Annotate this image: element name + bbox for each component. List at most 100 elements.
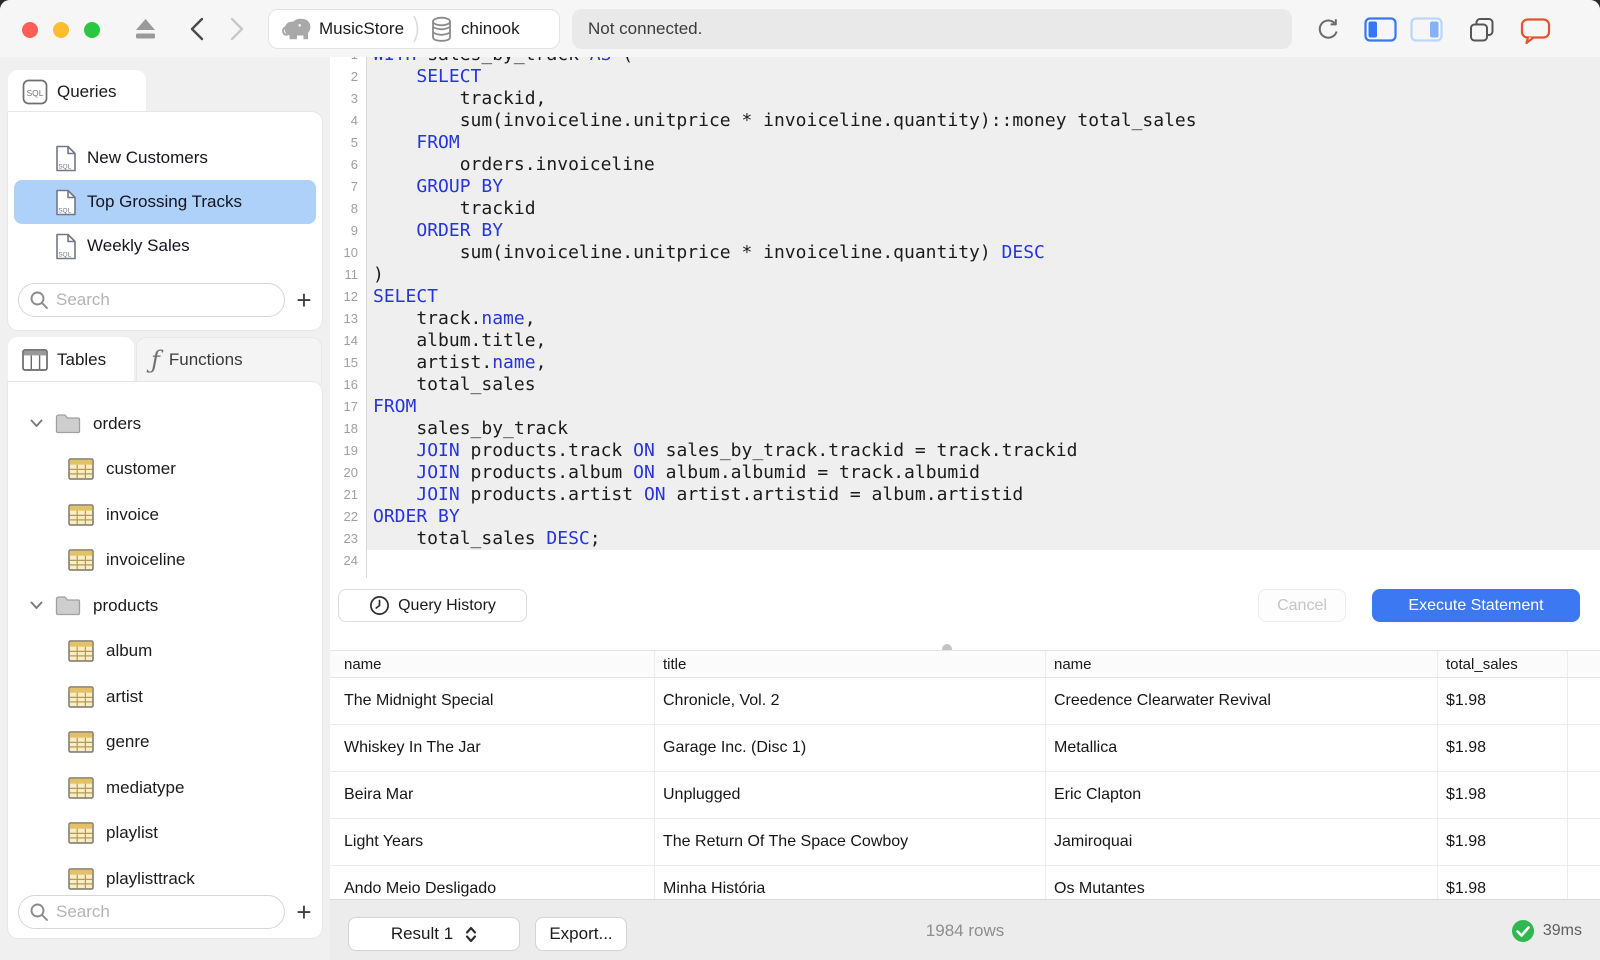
tree-item-label: genre [106, 732, 150, 752]
query-item[interactable]: SQL New Customers [14, 136, 316, 180]
tree-folder[interactable]: orders [8, 401, 322, 447]
tree-table[interactable]: album [8, 629, 322, 675]
tree-item-label: album [106, 641, 153, 661]
table-row[interactable]: Whiskey In The Jar Garage Inc. (Disc 1) Me… [330, 725, 1600, 772]
code-line: 24 [330, 550, 1600, 572]
row-count: 1984 rows [925, 920, 1005, 940]
sql-badge-icon: SQL [22, 79, 48, 104]
code-line: 20 JOIN products.album ON album.albumid … [330, 462, 1600, 484]
tree-folder[interactable]: products [8, 583, 322, 629]
code-line: 1WITH sales_by_track AS ( [330, 57, 1600, 66]
forward-icon[interactable] [228, 16, 246, 42]
code-line: 22 ORDER BY [330, 506, 1600, 528]
column-header[interactable]: name [330, 651, 655, 677]
zoom-window-button[interactable] [84, 22, 100, 38]
tab-tables[interactable]: Tables [8, 337, 134, 382]
database-icon [432, 16, 451, 42]
table-search-input[interactable] [56, 902, 256, 922]
chevron-down-icon [30, 601, 43, 610]
table-cell: Metallica [1046, 725, 1438, 772]
feedback-bubble-icon[interactable] [1520, 16, 1551, 44]
breadcrumb[interactable]: MusicStore chinook [268, 9, 560, 49]
tree-table[interactable]: playlist [8, 811, 322, 857]
svg-text:SQL: SQL [58, 251, 71, 258]
minimize-window-button[interactable] [53, 22, 69, 38]
query-search-field[interactable] [18, 283, 285, 317]
code-line: 14 album.title, [330, 330, 1600, 352]
windows-icon[interactable] [1468, 16, 1496, 44]
query-search-input[interactable] [56, 290, 256, 310]
tree-table[interactable]: mediatype [8, 765, 322, 811]
table-row[interactable]: Light Years The Return Of The Space Cowbo… [330, 819, 1600, 866]
line-number: 9 [330, 220, 367, 242]
tree-table[interactable]: artist [8, 674, 322, 720]
table-cell: Jamiroquai [1046, 819, 1438, 866]
connection-status-text: Not connected. [588, 19, 703, 38]
panel-right-icon[interactable] [1410, 16, 1443, 43]
table-icon [68, 777, 94, 799]
column-header[interactable]: name [1046, 651, 1438, 677]
line-number: 15 [330, 352, 367, 374]
table-columns-icon [22, 348, 48, 371]
sql-editor[interactable]: 1WITH sales_by_track AS (2 SELECT3 track… [330, 57, 1600, 578]
line-number: 16 [330, 374, 367, 396]
table-cell: Beira Mar [330, 772, 655, 819]
line-number: 17 [330, 396, 367, 418]
refresh-icon[interactable] [1315, 16, 1342, 43]
table-icon [68, 640, 94, 662]
code-line: 8 trackid [330, 198, 1600, 220]
postgres-elephant-icon [282, 18, 311, 40]
svg-text:SQL: SQL [58, 163, 71, 170]
code-line: 12 SELECT [330, 286, 1600, 308]
sidebar: SQL Queries SQL New Customers SQL Top Gross… [0, 57, 330, 960]
query-item[interactable]: SQL Weekly Sales [14, 224, 316, 268]
tab-functions[interactable]: ƒ Functions [136, 337, 322, 382]
back-icon[interactable] [188, 16, 206, 42]
tree-item-label: playlisttrack [106, 868, 195, 888]
add-table-button[interactable]: + [290, 895, 318, 929]
eject-icon[interactable] [132, 16, 159, 42]
query-item-label: New Customers [87, 148, 208, 167]
line-number: 10 [330, 242, 367, 264]
tree-item-label: customer [106, 459, 176, 479]
query-history-button[interactable]: Query History [338, 589, 527, 622]
database-name: chinook [461, 19, 520, 38]
close-window-button[interactable] [22, 22, 38, 38]
table-cell: Os Mutantes [1046, 866, 1438, 899]
table-row[interactable]: Beira Mar Unplugged Eric Clapton $1.98 [330, 772, 1600, 819]
line-number: 19 [330, 440, 367, 462]
tree-table[interactable]: invoice [8, 492, 322, 538]
table-row[interactable]: Ando Meio Desligado Minha História Os Muta… [330, 866, 1600, 899]
folder-icon [55, 596, 81, 616]
table-cell: The Midnight Special [330, 678, 655, 725]
tree-table[interactable]: playlisttrack [8, 856, 322, 895]
panel-left-icon[interactable] [1364, 16, 1397, 43]
table-row[interactable]: The Midnight Special Chronicle, Vol. 2 Cre… [330, 678, 1600, 725]
code-line: 4 sum(invoiceline.unitprice * invoicelin… [330, 110, 1600, 132]
tree-table[interactable]: genre [8, 720, 322, 766]
code-line: 10 sum(invoiceline.unitprice * invoiceli… [330, 242, 1600, 264]
table-cell: Ando Meio Desligado [330, 866, 655, 899]
column-header[interactable]: title [655, 651, 1046, 677]
title-bar: MusicStore chinook Not connected. [0, 0, 1600, 57]
clock-icon [370, 596, 390, 615]
query-item[interactable]: SQL Top Grossing Tracks [14, 180, 316, 224]
app-window: MusicStore chinook Not connected. SQL Qu… [0, 0, 1600, 960]
column-header[interactable]: total_sales [1438, 651, 1568, 677]
tables-panel: orders customer invoice invoiceline products… [8, 382, 322, 938]
tab-queries[interactable]: SQL Queries [8, 70, 146, 113]
tree-table[interactable]: invoiceline [8, 538, 322, 584]
add-query-button[interactable]: + [290, 283, 318, 317]
code-line: 3 trackid, [330, 88, 1600, 110]
table-cell: $1.98 [1438, 819, 1568, 866]
table-search-field[interactable] [18, 895, 285, 929]
table-cell: Chronicle, Vol. 2 [655, 678, 1046, 725]
tree-table[interactable]: customer [8, 447, 322, 493]
code-line: 13 track.name, [330, 308, 1600, 330]
line-number: 21 [330, 484, 367, 506]
results-body: The Midnight Special Chronicle, Vol. 2 Cre… [330, 678, 1600, 899]
line-number: 4 [330, 110, 367, 132]
execute-statement-button[interactable]: Execute Statement [1372, 589, 1580, 622]
table-icon [68, 822, 94, 844]
line-number: 13 [330, 308, 367, 330]
